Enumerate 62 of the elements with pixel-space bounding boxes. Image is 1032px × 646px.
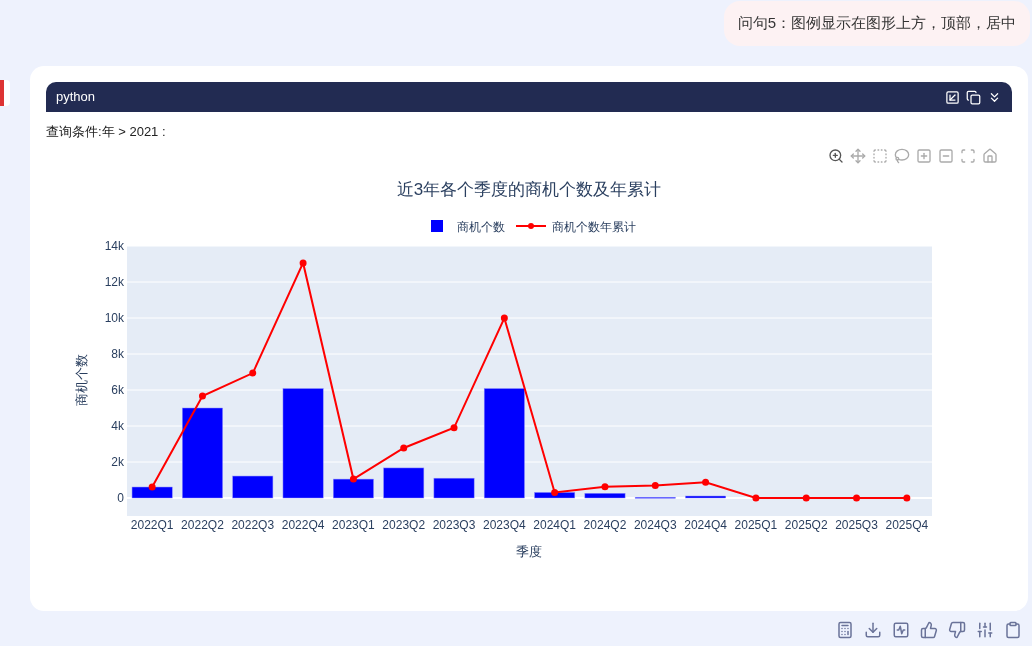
bar[interactable] <box>131 486 173 498</box>
data-point[interactable] <box>148 483 156 490</box>
bar[interactable] <box>534 491 576 498</box>
y-tick-label: 6k <box>111 382 124 397</box>
zoom-icon[interactable] <box>828 147 844 164</box>
x-tick-label: 2025Q1 <box>734 517 778 532</box>
thumbs-down-icon[interactable] <box>948 621 966 639</box>
lasso-icon[interactable] <box>894 147 910 164</box>
bar[interactable] <box>232 475 274 498</box>
download-icon[interactable] <box>864 621 882 639</box>
user-message-bubble: 问句5：图例显示在图形上方，顶部，居中 <box>723 1 1030 46</box>
y-tick-label: 2k <box>111 454 124 469</box>
bar[interactable] <box>383 467 425 498</box>
bar[interactable] <box>333 478 374 498</box>
bar[interactable] <box>433 477 475 498</box>
y-tick-label: 4k <box>111 418 124 433</box>
wrap-icon[interactable] <box>945 89 960 105</box>
x-tick-label: 2023Q4 <box>483 517 526 532</box>
home-icon[interactable] <box>982 147 998 164</box>
x-tick-label: 2022Q1 <box>130 517 174 532</box>
copy-icon[interactable] <box>966 89 981 105</box>
y-tick-label: 12k <box>104 274 124 289</box>
data-point[interactable] <box>551 488 559 496</box>
code-language: python <box>56 88 96 107</box>
query-condition: 查询条件:年 > 2021 : <box>46 123 167 141</box>
thumbs-up-icon[interactable] <box>920 621 938 639</box>
legend-item[interactable]: 商机个数年累计 <box>515 219 636 234</box>
bar[interactable] <box>634 496 676 499</box>
legend-label: 商机个数年累计 <box>552 219 636 234</box>
y-tick-label: 14k <box>104 238 124 253</box>
x-tick-label: 2022Q4 <box>281 517 325 532</box>
x-tick-label: 2024Q1 <box>533 517 576 532</box>
y-tick-label: 0 <box>117 490 124 505</box>
chart-icon[interactable] <box>892 621 910 639</box>
x-tick-label: 2025Q4 <box>885 517 929 532</box>
data-point[interactable] <box>349 475 357 483</box>
sliders-icon[interactable] <box>976 621 994 639</box>
x-tick-label: 2023Q1 <box>332 517 375 532</box>
zoom-in-icon[interactable] <box>916 147 932 164</box>
y-tick-label: 10k <box>104 310 124 325</box>
x-tick-label: 2024Q3 <box>633 517 677 532</box>
x-axis-title: 季度 <box>516 543 542 559</box>
x-tick-label: 2022Q2 <box>181 517 224 532</box>
bar[interactable] <box>685 495 726 498</box>
x-tick-label: 2023Q3 <box>432 517 476 532</box>
bar[interactable] <box>584 492 626 498</box>
x-tick-label: 2023Q2 <box>382 517 426 532</box>
x-tick-label: 2025Q3 <box>835 517 878 532</box>
x-tick-label: 2024Q2 <box>583 517 627 532</box>
chart-title: 近3年各个季度的商机个数及年累计 <box>396 179 662 199</box>
legend-label: 商机个数 <box>457 219 505 234</box>
bar[interactable] <box>282 387 324 498</box>
calculator-icon[interactable] <box>836 621 854 639</box>
x-tick-label: 2025Q2 <box>784 517 828 532</box>
bar[interactable] <box>483 387 525 498</box>
clipboard-icon[interactable] <box>1004 621 1022 639</box>
y-axis-title: 商机个数 <box>74 353 89 406</box>
x-tick-label: 2024Q4 <box>684 517 727 532</box>
x-tick-label: 2022Q3 <box>231 517 275 532</box>
y-tick-label: 8k <box>111 346 124 361</box>
legend-item[interactable]: 商机个数 <box>431 219 505 234</box>
pan-icon[interactable] <box>850 147 866 164</box>
